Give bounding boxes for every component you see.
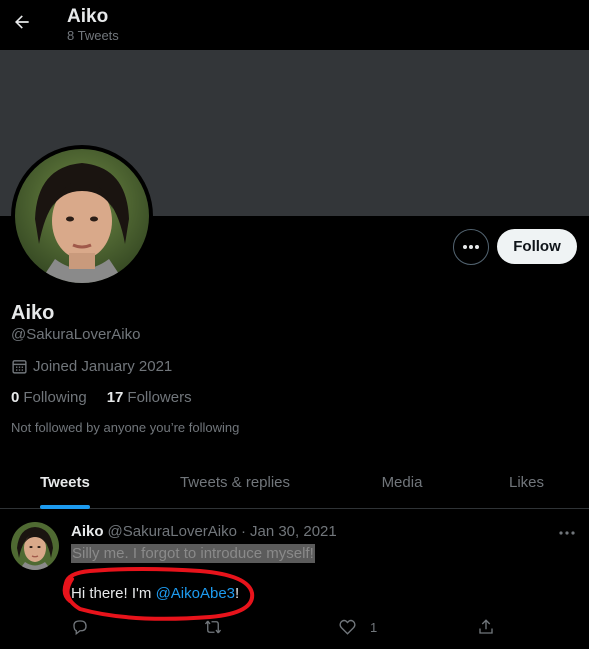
share-icon — [479, 619, 493, 634]
header-tweet-count: 8 Tweets — [67, 28, 119, 43]
follow-button[interactable]: Follow — [497, 229, 577, 264]
tweet-separator: · — [240, 523, 246, 540]
highlighted-text: Silly me. I forgot to introduce myself! — [71, 544, 315, 563]
joined-text: Joined January 2021 — [33, 358, 173, 375]
retweet-button[interactable] — [203, 615, 223, 639]
profile-header: Aiko 8 Tweets — [0, 0, 589, 50]
tab-tweets-replies[interactable]: Tweets & replies — [130, 455, 340, 509]
like-icon — [339, 619, 356, 635]
like-button[interactable]: 1 — [338, 615, 377, 639]
tweet[interactable]: Aiko @SakuraLoverAiko · Jan 30, 2021 Sil… — [0, 510, 589, 649]
reply-icon — [73, 620, 87, 636]
tweet-date[interactable]: Jan 30, 2021 — [250, 523, 337, 540]
following-label: Following — [23, 389, 87, 406]
tab-media[interactable]: Media — [340, 455, 464, 509]
profile-name: Aiko — [11, 302, 55, 324]
tweet-avatar[interactable] — [11, 522, 59, 570]
tweet-text-prefix: Hi there! I'm — [71, 585, 156, 602]
header-title: Aiko — [67, 6, 109, 27]
tweet-text-line2: Hi there! I'm @AikoAbe3! — [71, 585, 239, 602]
retweet-icon — [204, 620, 222, 634]
more-icon — [559, 531, 575, 535]
not-followed-notice: Not followed by anyone you’re following — [11, 420, 240, 435]
following-link[interactable]: 0 Following — [11, 389, 87, 406]
tab-tweets-label: Tweets — [40, 473, 90, 491]
more-icon — [463, 245, 479, 249]
followers-link[interactable]: 17 Followers — [107, 389, 192, 406]
tweet-author-name[interactable]: Aiko — [71, 523, 104, 540]
tweet-text-line1: Silly me. I forgot to introduce myself! — [71, 544, 315, 563]
tweet-more-button[interactable] — [556, 522, 578, 544]
like-count: 1 — [370, 619, 378, 635]
tweet-actions: 1 — [0, 615, 589, 639]
tweet-author-handle[interactable]: @SakuraLoverAiko — [108, 523, 237, 540]
tab-active-indicator — [40, 505, 90, 509]
calendar-icon — [12, 360, 27, 374]
profile-avatar[interactable] — [11, 145, 153, 287]
profile-tabs: Tweets Tweets & replies Media Likes — [0, 455, 589, 509]
tab-tweets[interactable]: Tweets — [0, 455, 130, 509]
tweet-header: Aiko @SakuraLoverAiko · Jan 30, 2021 — [71, 523, 337, 540]
share-button[interactable] — [477, 615, 495, 639]
tweet-mention-link[interactable]: @AikoAbe3 — [156, 585, 235, 602]
profile-handle: @SakuraLoverAiko — [11, 326, 141, 343]
follow-stats: 0 Following 17 Followers — [11, 389, 192, 406]
followers-count: 17 — [106, 389, 124, 406]
more-options-button[interactable] — [453, 229, 489, 265]
back-button[interactable] — [8, 8, 36, 36]
tab-likes[interactable]: Likes — [464, 455, 589, 509]
avatar-image — [15, 149, 149, 283]
back-arrow-icon — [15, 15, 29, 29]
profile-joined: Joined January 2021 — [11, 358, 172, 375]
tweet-text-suffix: ! — [235, 585, 240, 602]
followers-label: Followers — [127, 389, 192, 406]
following-count: 0 — [11, 389, 20, 406]
reply-button[interactable] — [71, 615, 89, 639]
